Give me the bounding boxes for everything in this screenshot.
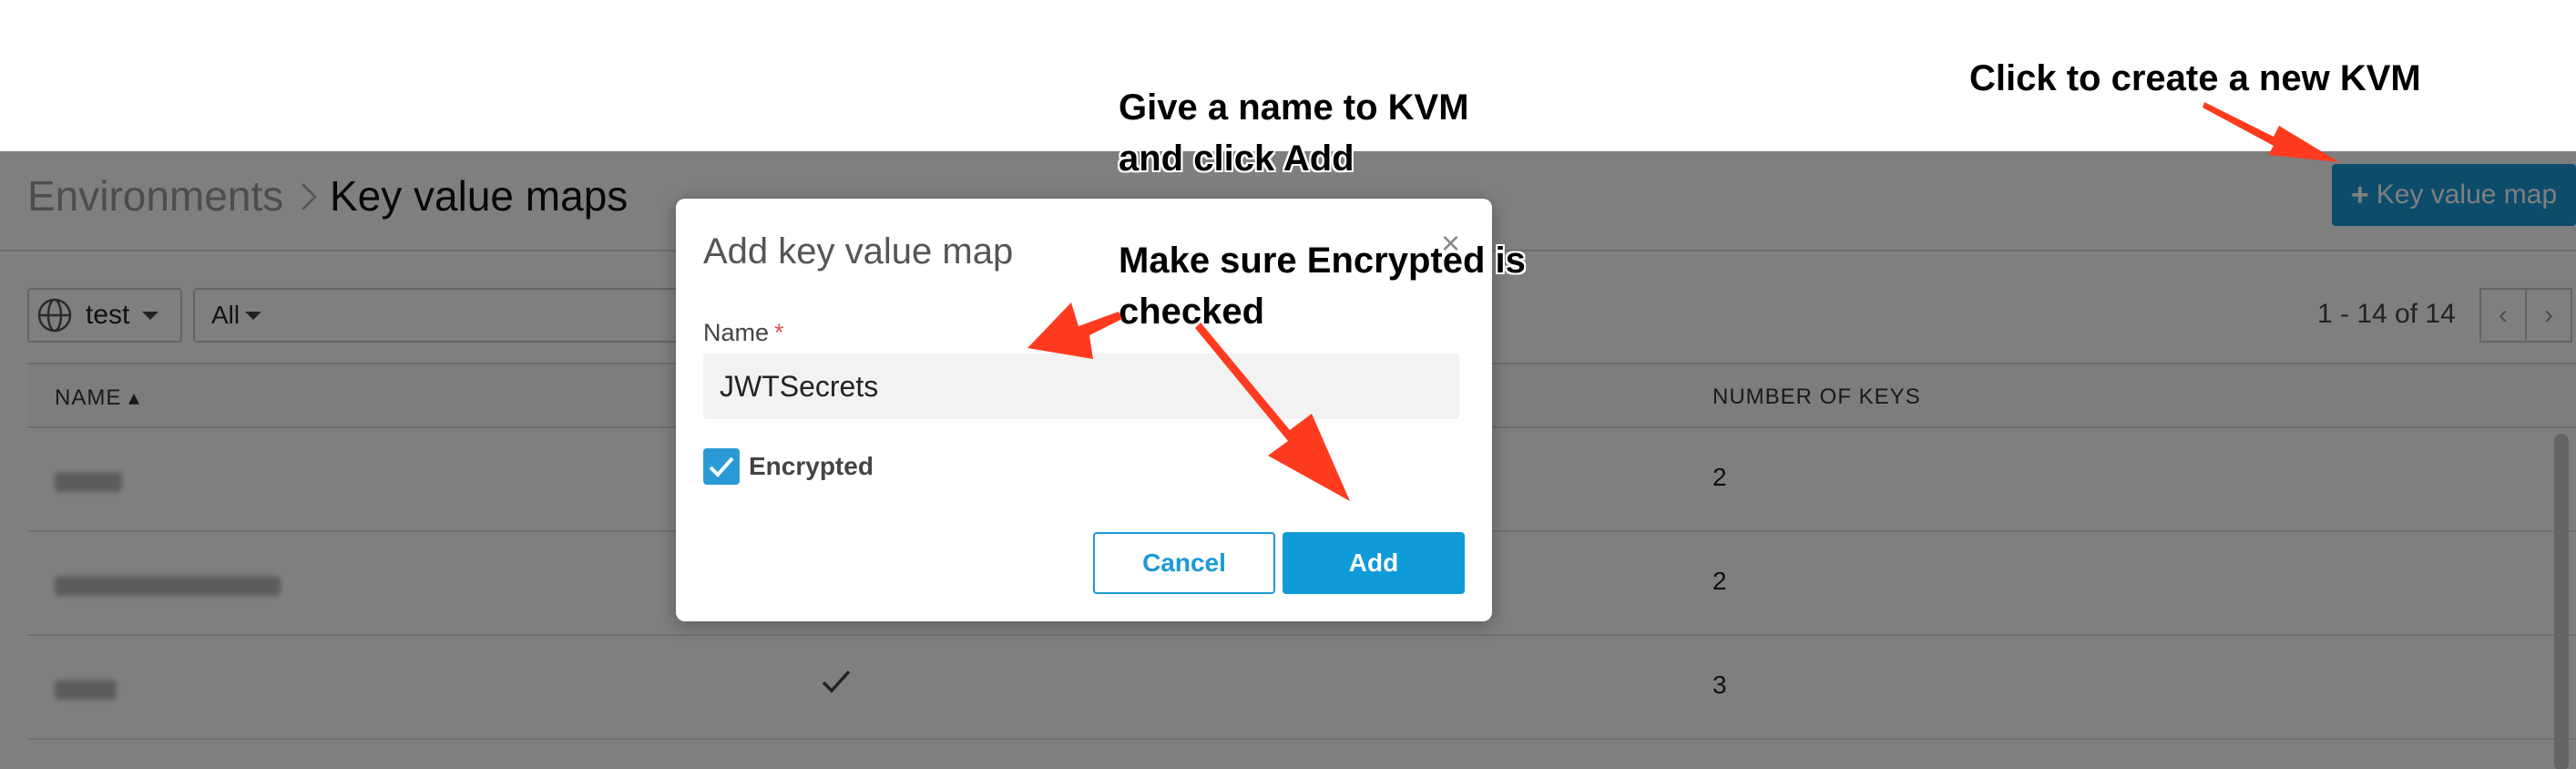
checkmark-icon [709,456,734,477]
dialog-title: Add key value map [703,231,1014,272]
encrypted-checkbox[interactable] [703,448,740,485]
annotation-name-line-2: and click Add [1119,138,1354,179]
cancel-button[interactable]: Cancel [1093,532,1275,594]
required-marker: * [774,319,784,346]
annotation-create-kvm: Click to create a new KVM [1969,58,2421,98]
annotation-name-line-1: Give a name to KVM [1119,87,1469,128]
name-field-label: Name * [703,319,784,347]
add-button[interactable]: Add [1283,532,1465,594]
annotation-encrypted-line-2: checked [1119,292,1265,332]
name-label-text: Name [703,319,770,346]
annotation-encrypted-line-1: Make sure Encrypted is [1119,241,1526,281]
encrypted-label[interactable]: Encrypted [749,452,874,481]
kvm-name-input[interactable] [703,354,1459,419]
